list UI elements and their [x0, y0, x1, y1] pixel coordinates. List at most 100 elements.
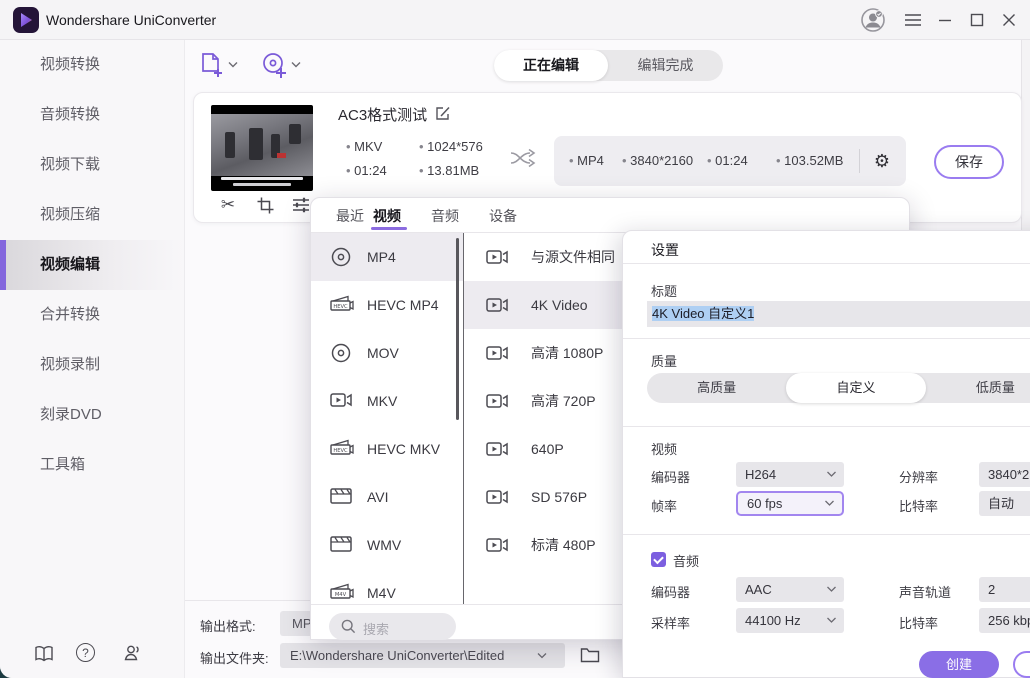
sidebar-item-label: 视频下载	[40, 156, 100, 173]
add-file-dropdown-chevron-icon[interactable]	[228, 61, 238, 68]
settings-header: 设置	[651, 240, 679, 260]
search-placeholder: 搜索	[363, 619, 389, 638]
create-button[interactable]: 创建	[919, 651, 999, 678]
popup-tab-audio[interactable]: 音频	[431, 206, 459, 226]
audio-channels-field[interactable]: 2	[979, 577, 1030, 602]
add-dvd-dropdown-chevron-icon[interactable]	[291, 61, 301, 68]
audio-channels-label: 声音轨道	[899, 582, 951, 601]
user-guide-icon[interactable]	[32, 641, 56, 665]
audio-section-header: 音频	[673, 551, 699, 570]
sidebar-item-toolbox[interactable]: 工具箱	[0, 440, 184, 490]
format-item-mov[interactable]: MOV	[311, 329, 463, 377]
sidebar-item-screen-record[interactable]: 视频录制	[0, 340, 184, 390]
rename-edit-icon[interactable]	[435, 105, 451, 121]
format-label: MP4	[367, 249, 396, 265]
add-dvd-button[interactable]	[262, 52, 288, 78]
format-item-avi[interactable]: AVI	[311, 473, 463, 521]
preset-title-input[interactable]: 4K Video 自定义1	[647, 301, 1030, 327]
format-item-hevc-mp4[interactable]: HEVCHEVC MP4	[311, 281, 463, 329]
video-framerate-dropdown[interactable]: 60 fps	[736, 491, 844, 516]
video-encoder-dropdown[interactable]: H264	[736, 462, 844, 487]
quality-option-自定义[interactable]: 自定义	[786, 373, 925, 403]
output-size: 103.52MB	[776, 153, 843, 168]
output-folder-label: 输出文件夹:	[200, 648, 269, 667]
audio-samplerate-dropdown[interactable]: 44100 Hz	[736, 608, 844, 633]
camera-icon	[485, 294, 509, 316]
sidebar-item-video-edit[interactable]: 视频编辑	[0, 240, 184, 290]
output-settings-gear-icon[interactable]: ⚙	[870, 149, 894, 173]
sidebar-item-audio-convert[interactable]: 音频转换	[0, 90, 184, 140]
resolution-label: 640P	[531, 441, 564, 457]
format-search-input[interactable]: 搜索	[329, 613, 456, 640]
audio-enabled-checkbox[interactable]	[651, 552, 666, 567]
title-field-label: 标题	[651, 281, 677, 300]
tab-edit-done[interactable]: 编辑完成	[608, 50, 723, 81]
crop-icon[interactable]	[255, 195, 275, 215]
sidebar-item-label: 工具箱	[40, 456, 85, 473]
video-encoder-label: 编码器	[651, 467, 690, 486]
camera-icon	[485, 534, 509, 556]
sidebar-item-burn-dvd[interactable]: 刻录DVD	[0, 390, 184, 440]
quality-option-低质量[interactable]: 低质量	[926, 373, 1030, 403]
camera-icon	[485, 438, 509, 460]
format-list-scrollbar[interactable]	[456, 238, 459, 420]
popup-tab-recent[interactable]: 最近	[336, 206, 364, 226]
sidebar-item-label: 视频转换	[40, 56, 100, 73]
video-bitrate-field[interactable]: 自动	[979, 491, 1030, 516]
thumbnail-image	[211, 114, 313, 176]
close-button[interactable]	[995, 6, 1023, 34]
maximize-button[interactable]	[963, 6, 991, 34]
audio-encoder-dropdown[interactable]: AAC	[736, 577, 844, 602]
video-resolution-field[interactable]: 3840*2160	[979, 462, 1030, 487]
format-item-mp4[interactable]: MP4	[311, 233, 463, 281]
svg-text:HEVC: HEVC	[333, 448, 348, 454]
format-label: WMV	[367, 537, 401, 553]
camera-icon	[485, 390, 509, 412]
sidebar: 视频转换音频转换视频下载视频压缩视频编辑合并转换视频录制刻录DVD 工具箱 ?	[0, 40, 185, 678]
active-tab-underline	[371, 227, 407, 230]
audio-bitrate-field[interactable]: 256 kbps	[979, 608, 1030, 633]
popup-tab-device[interactable]: 设备	[489, 206, 517, 226]
account-avatar-icon[interactable]	[859, 6, 887, 34]
selected-text: 4K Video 自定义1	[652, 306, 754, 321]
scissors-glyph: ✂	[221, 195, 235, 215]
feedback-contact-icon[interactable]	[120, 641, 144, 665]
tab-editing[interactable]: 正在编辑	[494, 50, 608, 81]
output-format-label: 输出格式:	[200, 616, 256, 635]
output-folder-chevron-icon[interactable]	[537, 652, 547, 659]
help-icon[interactable]: ?	[76, 643, 95, 662]
sidebar-item-video-download[interactable]: 视频下载	[0, 140, 184, 190]
resolution-label: SD 576P	[531, 489, 587, 505]
format-label: MKV	[367, 393, 397, 409]
output-info-bar: MP4 3840*2160 01:24 103.52MB ⚙	[554, 136, 906, 186]
effects-sliders-icon[interactable]	[291, 195, 311, 215]
output-folder-dropdown[interactable]: E:\Wondershare UniConverter\Edited	[280, 643, 565, 668]
divider	[859, 149, 860, 173]
add-file-button[interactable]	[199, 52, 225, 78]
quality-option-高质量[interactable]: 高质量	[647, 373, 786, 403]
minimize-button[interactable]	[931, 6, 959, 34]
format-item-hevc-mkv[interactable]: HEVCHEVC MKV	[311, 425, 463, 473]
format-item-mkv[interactable]: MKV	[311, 377, 463, 425]
secondary-button-partial[interactable]	[1013, 651, 1030, 678]
format-item-m4v[interactable]: M4VM4V	[311, 569, 463, 604]
sidebar-item-merge-convert[interactable]: 合并转换	[0, 290, 184, 340]
hamburger-menu-icon[interactable]	[899, 6, 927, 34]
popup-tab-video[interactable]: 视频	[373, 206, 401, 226]
format-item-wmv[interactable]: WMV	[311, 521, 463, 569]
title-bar: Wondershare UniConverter	[0, 0, 1030, 40]
save-button[interactable]: 保存	[934, 145, 1004, 179]
output-duration: 01:24	[707, 153, 748, 168]
app-window: Wondershare UniConverter 视频转换音频转换视频下载视频压…	[0, 0, 1030, 678]
app-title: Wondershare UniConverter	[46, 12, 216, 28]
audio-encoder-value: AAC	[745, 582, 772, 597]
format-list: MP4 HEVCHEVC MP4MOV MKV HEVCHEVC MKVAVI WMV M…	[311, 233, 463, 604]
file-title: AC3格式测试	[338, 104, 427, 125]
trim-scissors-icon[interactable]: ✂	[218, 195, 238, 215]
sidebar-item-video-convert[interactable]: 视频转换	[0, 40, 184, 90]
sidebar-item-label: 音频转换	[40, 106, 100, 123]
open-folder-icon[interactable]	[580, 646, 600, 666]
video-thumbnail[interactable]	[211, 105, 313, 191]
sidebar-item-video-compress[interactable]: 视频压缩	[0, 190, 184, 240]
sidebar-footer: ?	[0, 625, 185, 678]
